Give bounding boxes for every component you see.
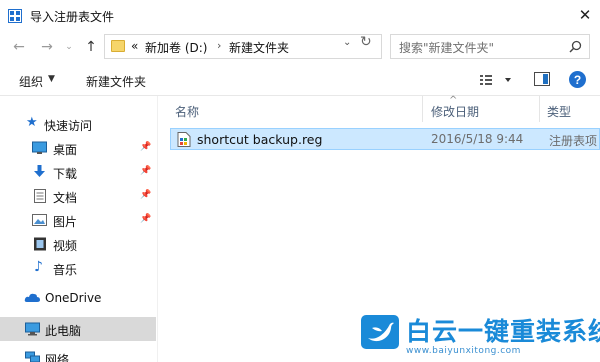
column-header-row: ^ 名称 修改日期 类型 bbox=[158, 95, 600, 122]
sidebar-item-label: 此电脑 bbox=[45, 324, 82, 338]
watermark-title: 白云一键重装系统 bbox=[406, 317, 600, 346]
download-icon bbox=[34, 165, 45, 177]
column-header-name[interactable]: 名称 bbox=[175, 103, 199, 120]
watermark-url: www.baiyunxitong.com bbox=[406, 346, 521, 356]
breadcrumb-overflow[interactable]: « bbox=[131, 39, 138, 53]
column-header-modified[interactable]: 修改日期 bbox=[431, 103, 479, 120]
sidebar-item-label: 图片 bbox=[53, 215, 78, 229]
chevron-down-icon: ⌄ bbox=[65, 42, 73, 52]
sidebar-item-desktop[interactable]: 桌面 📌 bbox=[0, 136, 156, 160]
network-icon bbox=[25, 351, 40, 362]
navigation-bar: ← → ⌄ ↑ « 新加卷 (D:) › 新建文件夹 ⌄ ↻ 搜索"新建文件夹" bbox=[0, 32, 600, 62]
organize-button[interactable]: 组织 bbox=[19, 73, 43, 90]
address-dropdown-icon[interactable]: ⌄ bbox=[343, 37, 351, 48]
search-input[interactable]: 搜索"新建文件夹" bbox=[399, 39, 494, 56]
arrow-right-icon: → bbox=[41, 39, 53, 55]
sidebar-item-label: 网络 bbox=[45, 353, 70, 362]
pictures-icon bbox=[32, 214, 47, 226]
sidebar-item-quick-access[interactable]: ★ 快速访问 bbox=[0, 112, 156, 136]
pin-icon[interactable]: 📌 bbox=[140, 142, 151, 152]
recent-locations-button[interactable]: ⌄ bbox=[60, 38, 78, 56]
sidebar-item-music[interactable]: ♪ 音乐 bbox=[0, 256, 156, 280]
sidebar-item-label: 音乐 bbox=[53, 263, 78, 277]
registry-file-icon bbox=[177, 132, 191, 147]
up-button[interactable]: ↑ bbox=[82, 38, 100, 56]
sidebar-item-label: 快速访问 bbox=[44, 119, 93, 133]
sidebar-item-onedrive[interactable]: OneDrive bbox=[0, 286, 156, 310]
navigation-pane: ★ 快速访问 桌面 📌 下载 📌 文档 📌 图片 📌 视频 ♪ 音乐 OneDr… bbox=[0, 96, 158, 362]
file-type: 注册表项 bbox=[549, 134, 598, 148]
column-divider[interactable] bbox=[422, 96, 423, 122]
preview-pane-button[interactable] bbox=[534, 72, 550, 86]
view-options-button[interactable] bbox=[478, 72, 518, 88]
arrow-left-icon: ← bbox=[13, 39, 25, 55]
close-button[interactable]: ✕ bbox=[570, 0, 600, 30]
chevron-right-icon[interactable]: › bbox=[217, 39, 221, 52]
folder-icon bbox=[111, 40, 125, 52]
close-icon: ✕ bbox=[578, 6, 592, 24]
watermark: 白云一键重装系统 www.baiyunxitong.com bbox=[360, 306, 600, 362]
sidebar-item-pictures[interactable]: 图片 📌 bbox=[0, 208, 156, 232]
command-bar: 组织 ▼ 新建文件夹 ? bbox=[0, 64, 600, 96]
breadcrumb-drive[interactable]: 新加卷 (D:) bbox=[145, 39, 207, 56]
refresh-icon[interactable]: ↻ bbox=[360, 34, 372, 50]
sidebar-item-documents[interactable]: 文档 📌 bbox=[0, 184, 156, 208]
caret-down-icon[interactable]: ▼ bbox=[48, 74, 55, 84]
search-box[interactable]: 搜索"新建文件夹" bbox=[390, 34, 590, 59]
file-name: shortcut backup.reg bbox=[197, 132, 323, 147]
column-divider[interactable] bbox=[539, 96, 540, 122]
bird-logo-icon bbox=[361, 315, 399, 349]
sidebar-item-network[interactable]: 网络 bbox=[0, 346, 156, 362]
arrow-up-icon: ↑ bbox=[85, 39, 97, 55]
window-title: 导入注册表文件 bbox=[30, 10, 115, 24]
title-bar: 导入注册表文件 ✕ bbox=[0, 0, 600, 32]
search-icon[interactable] bbox=[569, 40, 582, 53]
documents-icon bbox=[34, 189, 46, 203]
computer-icon bbox=[25, 322, 40, 336]
sidebar-item-videos[interactable]: 视频 bbox=[0, 232, 156, 256]
music-icon: ♪ bbox=[34, 259, 43, 275]
new-folder-button[interactable]: 新建文件夹 bbox=[86, 73, 146, 90]
sidebar-item-this-pc[interactable]: 此电脑 bbox=[0, 317, 156, 341]
column-header-type[interactable]: 类型 bbox=[547, 103, 571, 120]
help-button[interactable]: ? bbox=[569, 71, 586, 88]
forward-button[interactable]: → bbox=[38, 38, 56, 56]
help-icon: ? bbox=[573, 72, 582, 87]
file-modified-date: 2016/5/18 9:44 bbox=[431, 132, 524, 146]
sidebar-item-downloads[interactable]: 下载 📌 bbox=[0, 160, 156, 184]
sidebar-item-label: 文档 bbox=[53, 191, 78, 205]
videos-icon bbox=[34, 237, 46, 251]
star-icon: ★ bbox=[26, 115, 38, 130]
sidebar-item-label: 下载 bbox=[53, 167, 78, 181]
pin-icon[interactable]: 📌 bbox=[140, 214, 151, 224]
file-row[interactable]: shortcut backup.reg 2016/5/18 9:44 注册表项 bbox=[170, 128, 600, 150]
sidebar-item-label: 桌面 bbox=[53, 143, 78, 157]
sidebar-item-label: 视频 bbox=[53, 239, 78, 253]
back-button[interactable]: ← bbox=[10, 38, 28, 56]
address-bar[interactable]: « 新加卷 (D:) › 新建文件夹 bbox=[104, 34, 382, 59]
sidebar-item-label: OneDrive bbox=[45, 291, 102, 305]
pin-icon[interactable]: 📌 bbox=[140, 166, 151, 176]
desktop-icon bbox=[32, 141, 47, 154]
cloud-icon bbox=[24, 293, 40, 302]
app-window-icon bbox=[8, 9, 22, 23]
breadcrumb-folder[interactable]: 新建文件夹 bbox=[229, 39, 289, 56]
pin-icon[interactable]: 📌 bbox=[140, 190, 151, 200]
